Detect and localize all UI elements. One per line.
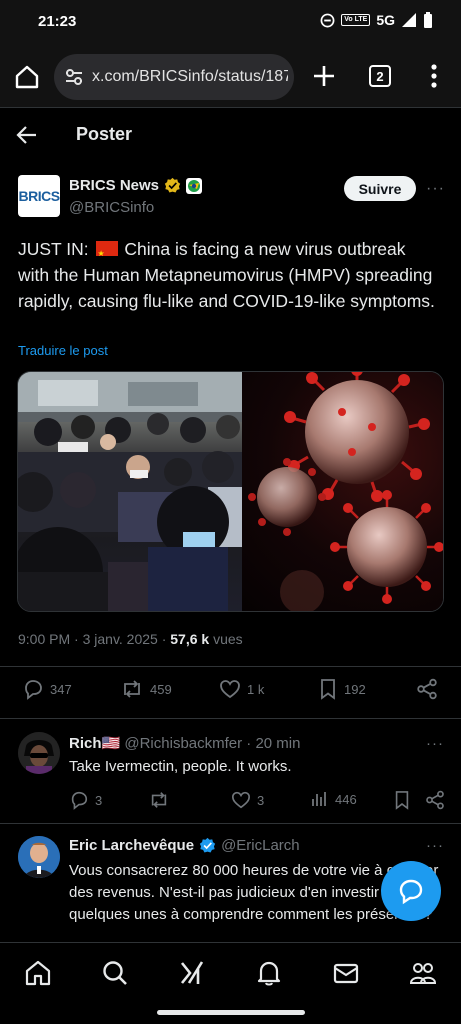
notifications-icon[interactable] [255,959,283,987]
repost-count: 459 [150,681,172,697]
share-action[interactable] [416,678,438,700]
author-name-row[interactable]: BRICS News [69,177,203,194]
reply-item[interactable]: Rich🇺🇸 @Richisbackmfer · 20 min ··· Take… [0,718,461,822]
tab-count: 2 [376,68,384,84]
reply-count: 3 [95,792,103,808]
compose-icon [399,879,423,905]
overflow-menu-icon[interactable] [424,62,444,90]
signal-icon [402,13,416,27]
share-icon [417,678,437,700]
tabs-icon[interactable]: 2 [369,65,391,87]
battery-icon [424,12,432,28]
like-action[interactable]: 1 k [219,678,264,700]
avatar-image [18,836,60,878]
browser-toolbar: x.com/BRICSinfo/status/1875 2 [0,44,461,108]
like-count: 3 [257,792,265,808]
volte-badge: Vo LTE [341,14,371,26]
bookmark-count: 192 [344,681,366,697]
bookmark-icon[interactable] [393,790,411,810]
views-icon [312,792,326,806]
virus-particles [248,372,443,611]
reply-repost-action[interactable] [148,790,176,810]
page-title: Poster [76,124,133,144]
post-more-icon[interactable]: ··· [426,180,445,198]
avatar-logo-text: BRICS [18,188,60,204]
post-media[interactable] [17,371,444,612]
translate-link[interactable]: Traduire le post [18,343,108,358]
virus-medium [248,458,326,536]
post-timestamp: 9:00 PM · 3 janv. 2025 · [18,631,171,647]
reply-handle[interactable]: @Richisbackmfer · 20 min [124,735,300,752]
site-settings-icon[interactable] [64,68,84,86]
china-flag-icon [95,241,118,267]
affiliate-badge-icon [186,177,203,194]
views-count[interactable]: 57,6 k [170,631,209,647]
crowd-photo-illustration [18,372,242,611]
views-count: 446 [335,791,357,807]
reply-text: Take Ivermectin, people. It works. [69,758,292,775]
repost-icon [151,792,167,808]
reply-author-name[interactable]: Rich [69,735,102,752]
status-icons: Vo LTE 5G [320,12,433,28]
like-icon [231,791,251,809]
compose-button[interactable] [381,861,441,921]
messages-icon[interactable] [332,959,360,987]
reply-author-name[interactable]: Eric Larchevêque [69,837,194,854]
network-type: 5G [376,12,395,28]
verified-gold-icon [164,177,181,193]
reply-icon [71,791,88,810]
author-name[interactable]: BRICS News [69,177,159,194]
divider [0,666,461,667]
avatar-image [18,732,60,774]
reply-views-action[interactable]: 446 [311,790,357,808]
post-meta: 9:00 PM · 3 janv. 2025 · 57,6 k vues [18,631,243,647]
bookmark-icon [321,679,335,700]
post-text: JUST IN: China is facing a new virus out… [18,236,438,314]
like-icon [220,680,240,699]
reply-more-icon[interactable]: ··· [426,735,444,752]
home-icon[interactable] [24,959,52,987]
status-time: 21:23 [38,13,77,30]
status-bar: 21:23 Vo LTE 5G [0,0,461,44]
avatar[interactable] [18,836,60,878]
address-bar[interactable]: x.com/BRICSinfo/status/1875 [54,54,294,100]
share-icon[interactable] [425,790,445,810]
back-arrow-icon[interactable] [16,124,38,146]
reply-reply-action[interactable]: 3 [69,790,102,810]
reply-count: 347 [50,681,72,697]
reply-like-action[interactable]: 3 [231,790,264,810]
follow-button[interactable]: Suivre [344,176,416,201]
verified-blue-icon [199,837,216,853]
repost-action[interactable]: 459 [120,678,172,700]
page-header: Poster [0,108,461,161]
home-icon[interactable] [14,64,40,90]
reply-icon [25,680,42,700]
post-text-intro: JUST IN: [18,239,94,259]
reply-header: Eric Larchevêque @EricLarch [69,837,300,854]
virus-illustration[interactable] [242,372,443,611]
post-actions: 347 459 1 k 192 [0,678,461,708]
do-not-disturb-icon [320,13,335,27]
url-text[interactable]: x.com/BRICSinfo/status/1875 [92,68,288,86]
views-label: vues [209,631,243,647]
avatar[interactable]: BRICS [18,175,60,217]
author-handle[interactable]: @BRICSinfo [69,199,154,216]
virus-lower [330,490,443,604]
crowd-photo[interactable] [18,372,242,611]
plus-icon[interactable] [310,62,338,90]
grok-icon[interactable] [178,959,206,987]
bookmark-action[interactable]: 192 [318,678,366,700]
reply-action[interactable]: 347 [22,678,72,700]
like-count: 1 k [247,681,265,697]
communities-icon[interactable] [409,959,437,987]
reply-more-icon[interactable]: ··· [426,837,444,854]
virus-blurred [280,570,324,611]
home-indicator[interactable] [157,1010,305,1015]
reply-header: Rich🇺🇸 @Richisbackmfer · 20 min [69,734,300,752]
repost-icon [124,680,140,698]
search-icon[interactable] [101,959,129,987]
us-flag-icon: 🇺🇸 [101,735,121,752]
avatar[interactable] [18,732,60,774]
reply-handle[interactable]: @EricLarch [221,837,300,854]
